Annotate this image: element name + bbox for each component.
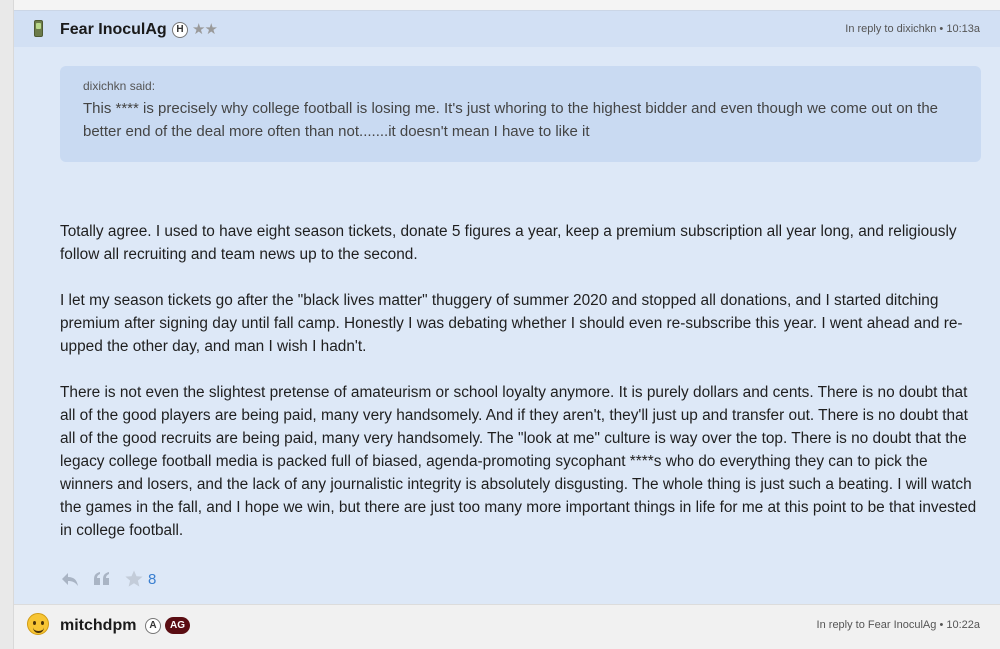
- user-badge-a: A: [145, 618, 161, 634]
- next-post-reply-meta[interactable]: In reply to Fear InoculAg • 10:22a: [817, 619, 980, 631]
- next-post-header: mitchdpm A AG In reply to Fear InoculAg …: [14, 604, 1000, 649]
- post-username[interactable]: Fear InoculAg: [60, 21, 167, 39]
- like-count[interactable]: 8: [148, 571, 156, 588]
- star-icon[interactable]: [124, 569, 144, 589]
- avatar-phone-icon[interactable]: [34, 20, 43, 37]
- quote-author[interactable]: dixichkn said:: [83, 79, 958, 93]
- post-body: Totally agree. I used to have eight seas…: [60, 220, 980, 542]
- user-stars: ★★: [192, 21, 218, 38]
- quote-text: This **** is precisely why college footb…: [83, 100, 939, 140]
- user-badge-ag: AG: [165, 617, 190, 634]
- next-post-username[interactable]: mitchdpm: [60, 617, 136, 635]
- reply-arrow-icon[interactable]: [60, 569, 80, 589]
- top-frame-edge: [14, 0, 1000, 10]
- post-header: Fear InoculAg H ★★ In reply to dixichkn …: [14, 11, 1000, 47]
- post-paragraph: I let my season tickets go after the "bl…: [60, 292, 963, 355]
- reply-meta[interactable]: In reply to dixichkn • 10:13a: [845, 23, 980, 35]
- post-paragraph: There is not even the slightest pretense…: [60, 384, 977, 539]
- quote-block: dixichkn said: This **** is precisely wh…: [60, 66, 981, 162]
- avatar-smiley-icon[interactable]: [27, 613, 49, 635]
- left-frame-edge: [0, 0, 14, 649]
- quote-icon[interactable]: [92, 569, 112, 589]
- user-badge-h: H: [172, 22, 188, 38]
- post-actions: 8: [60, 567, 156, 591]
- post-paragraph: Totally agree. I used to have eight seas…: [60, 223, 957, 263]
- forum-post: Fear InoculAg H ★★ In reply to dixichkn …: [14, 10, 1000, 604]
